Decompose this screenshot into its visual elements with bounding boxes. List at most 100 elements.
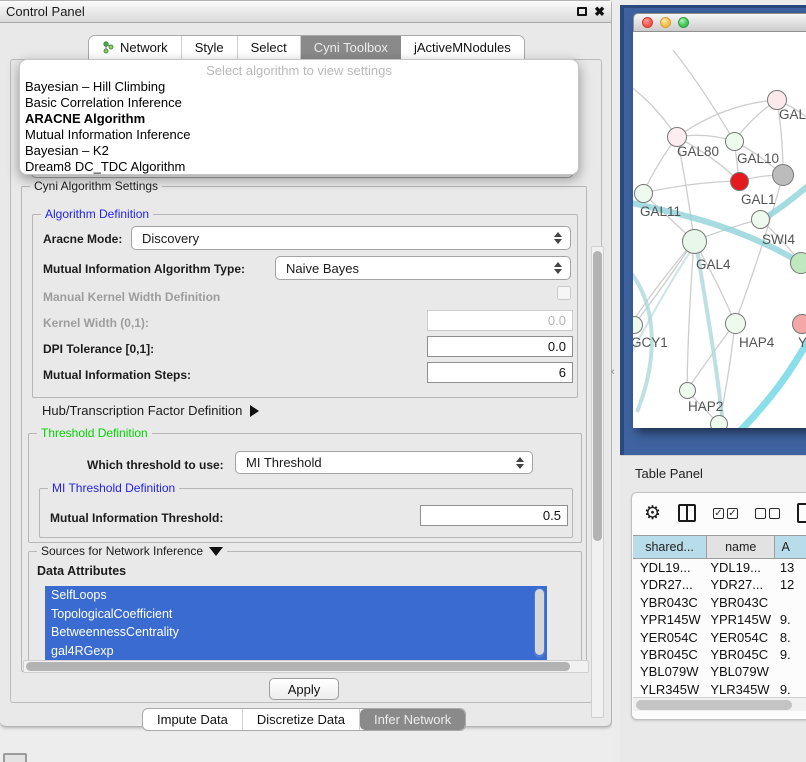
apply-button[interactable]: Apply bbox=[269, 678, 339, 700]
tab-infer-network[interactable]: Infer Network bbox=[360, 709, 465, 730]
tab-impute-data[interactable]: Impute Data bbox=[143, 709, 243, 730]
cyni-toolbox-panel: galFiltered.sif default node Select algo… bbox=[10, 59, 602, 703]
dropdown-item[interactable]: Bayesian – K2 bbox=[20, 143, 578, 159]
panel-splitter[interactable] bbox=[612, 0, 620, 762]
cell: YBR045C bbox=[707, 647, 775, 664]
column-header-name[interactable]: name bbox=[707, 536, 775, 558]
column-header-partial[interactable]: A bbox=[775, 536, 806, 558]
control-panel-tabstrip: Network Style Select Cyni Toolbox jActiv… bbox=[88, 35, 525, 59]
table-row[interactable]: YLR345WYLR345W9. bbox=[633, 682, 806, 696]
column-header-shared-name[interactable]: shared... bbox=[633, 536, 707, 558]
expanded-arrow-icon bbox=[209, 547, 223, 556]
table-row[interactable]: YBR043CYBR043C bbox=[633, 595, 806, 612]
dropdown-item-selected[interactable]: ARACNE Algorithm bbox=[20, 111, 578, 127]
mac-zoom-button[interactable] bbox=[678, 17, 689, 28]
table-row[interactable]: YBL079WYBL079W bbox=[633, 664, 806, 681]
mi-type-combobox[interactable]: Naive Bayes bbox=[275, 256, 571, 280]
table-row[interactable]: YPR145WYPR145W9. bbox=[633, 612, 806, 629]
scrollbar-thumb[interactable] bbox=[593, 251, 602, 541]
tab-style[interactable]: Style bbox=[182, 36, 238, 59]
node-gal4[interactable] bbox=[682, 229, 707, 254]
network-window-titlebar[interactable] bbox=[633, 13, 806, 32]
tab-select[interactable]: Select bbox=[238, 36, 301, 59]
attribute-item[interactable]: SelfLoops bbox=[45, 586, 547, 605]
node-gray[interactable] bbox=[772, 164, 794, 186]
tab-cyni-toolbox[interactable]: Cyni Toolbox bbox=[301, 36, 401, 59]
manual-kernel-checkbox[interactable] bbox=[557, 286, 571, 300]
which-threshold-combobox[interactable]: MI Threshold bbox=[235, 451, 533, 474]
sources-title: Sources for Network Inference bbox=[41, 544, 203, 558]
stepper-arrows-icon bbox=[516, 457, 524, 469]
tab-discretize-data[interactable]: Discretize Data bbox=[243, 709, 360, 730]
deselect-all-icon[interactable] bbox=[755, 508, 780, 519]
cell bbox=[776, 664, 806, 681]
node-hap2[interactable] bbox=[679, 382, 696, 399]
node-label: HAP2 bbox=[688, 399, 723, 414]
node-table: ⚙ ✓✓ shared... name A YDL19...YDL19...13… bbox=[631, 492, 806, 720]
cell: YPR145W bbox=[633, 612, 707, 629]
dpi-tolerance-field[interactable]: 0.0 bbox=[427, 336, 573, 357]
hub-definition-toggle[interactable]: Hub/Transcription Factor Definition bbox=[42, 403, 259, 418]
dropdown-item[interactable]: Basic Correlation Inference bbox=[20, 95, 578, 111]
mac-minimize-button[interactable] bbox=[660, 17, 671, 28]
cell: YBR043C bbox=[707, 595, 775, 612]
tab-jactivemnodules[interactable]: jActiveMNodules bbox=[401, 36, 524, 59]
table-row[interactable]: YER054CYER054C8. bbox=[633, 630, 806, 647]
group-title: Threshold Definition bbox=[37, 426, 152, 440]
scrollbar-thumb[interactable] bbox=[26, 662, 570, 671]
aracne-mode-combobox[interactable]: Discovery bbox=[131, 226, 571, 250]
mi-threshold-label: Mutual Information Threshold: bbox=[50, 511, 223, 525]
scrollbar-thumb[interactable] bbox=[636, 700, 792, 710]
table-horizontal-scrollbar[interactable] bbox=[633, 697, 806, 711]
column-chooser-icon[interactable] bbox=[678, 504, 696, 522]
select-all-icon[interactable]: ✓✓ bbox=[713, 508, 738, 519]
node-bottom[interactable] bbox=[710, 415, 728, 428]
node-label: GAL10 bbox=[737, 151, 779, 166]
which-threshold-label: Which threshold to use: bbox=[87, 458, 224, 472]
node-swi4[interactable] bbox=[751, 210, 770, 229]
node-hap4[interactable] bbox=[725, 313, 746, 334]
node-pink-right[interactable] bbox=[792, 314, 806, 334]
table-row[interactable]: YBR045CYBR045C9. bbox=[633, 647, 806, 664]
tab-label: Discretize Data bbox=[257, 712, 345, 727]
attribute-list-scrollbar[interactable] bbox=[534, 588, 545, 658]
gear-icon[interactable]: ⚙ bbox=[644, 504, 661, 523]
settings-vertical-scrollbar[interactable] bbox=[591, 246, 604, 718]
network-canvas[interactable]: GAL GAL80 GAL10 GAL1 GAL11 SWI4 GAL4 GCY… bbox=[633, 32, 806, 428]
mi-threshold-field[interactable]: 0.5 bbox=[420, 505, 568, 526]
node-green-right[interactable] bbox=[790, 252, 806, 274]
document-icon[interactable] bbox=[797, 503, 806, 523]
node-label: GAL11 bbox=[640, 204, 681, 219]
network-icon bbox=[102, 41, 115, 54]
close-icon[interactable]: ✖ bbox=[594, 7, 605, 17]
node-gal10[interactable] bbox=[725, 132, 744, 151]
node-gal1[interactable] bbox=[730, 172, 749, 191]
tab-label: Cyni Toolbox bbox=[314, 40, 388, 55]
dropdown-item[interactable]: Dream8 DC_TDC Algorithm bbox=[20, 159, 578, 175]
table-row[interactable]: YDL19...YDL19...13 bbox=[633, 560, 806, 577]
group-title: Sources for Network Inference bbox=[37, 544, 227, 558]
tab-network[interactable]: Network bbox=[89, 36, 182, 59]
mac-close-button[interactable] bbox=[642, 17, 653, 28]
sources-group: Sources for Network Inference Data Attri… bbox=[28, 551, 582, 671]
mi-steps-field[interactable]: 6 bbox=[427, 362, 573, 383]
dropdown-item[interactable]: Mutual Information Inference bbox=[20, 127, 578, 143]
attribute-item[interactable]: BetweennessCentrality bbox=[45, 623, 547, 642]
group-title: Cyni Algorithm Settings bbox=[30, 179, 162, 193]
docked-mini-window-icon[interactable] bbox=[3, 753, 27, 762]
kernel-width-field[interactable]: 0.0 bbox=[427, 310, 573, 331]
node-label: Y bbox=[798, 335, 806, 350]
node-gal11[interactable] bbox=[634, 184, 653, 203]
table-row[interactable]: YDR27...YDR27...12 bbox=[633, 577, 806, 594]
settings-horizontal-scrollbar[interactable] bbox=[23, 660, 589, 673]
mi-type-label: Mutual Information Algorithm Type: bbox=[43, 262, 245, 276]
dropdown-item[interactable]: Bayesian – Hill Climbing bbox=[20, 79, 578, 95]
mi-threshold-value: 0.5 bbox=[543, 508, 561, 523]
kernel-width-label: Kernel Width (0,1): bbox=[43, 316, 149, 330]
threshold-definition-group: Threshold Definition Which threshold to … bbox=[28, 433, 582, 543]
float-window-icon[interactable] bbox=[577, 7, 587, 16]
algorithm-definition-group: Algorithm Definition Aracne Mode: Discov… bbox=[32, 214, 578, 398]
splitter-collapse-icon[interactable]: ‹ bbox=[611, 366, 615, 378]
attribute-item[interactable]: TopologicalCoefficient bbox=[45, 605, 547, 624]
attribute-item[interactable]: gal4RGexp bbox=[45, 642, 547, 661]
